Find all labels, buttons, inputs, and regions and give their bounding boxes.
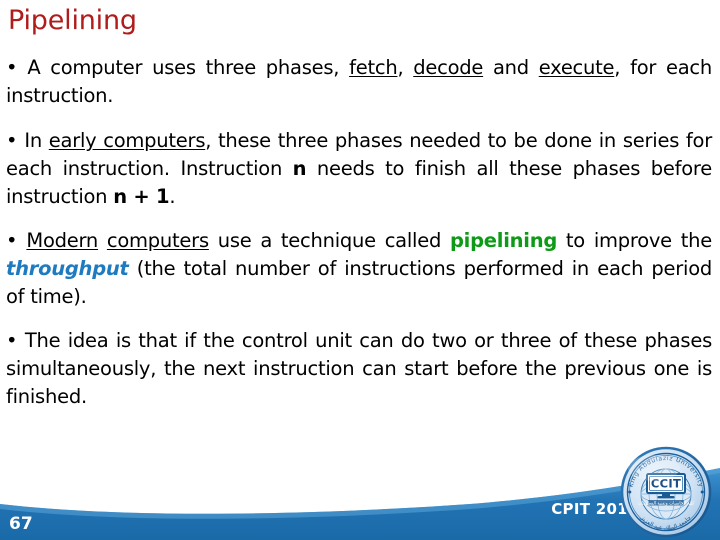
bullet-item-3: • Modern computers use a technique calle…	[6, 227, 712, 311]
bullet-3-text-part-4: to improve the	[557, 229, 713, 252]
bullet-item-1: • A computer uses three phases, fetch, d…	[6, 54, 712, 110]
bullet-3-text-part-3: use a technique called	[208, 229, 450, 252]
bullet-1-text-part-2: ,	[397, 56, 414, 79]
bullet-1-text-part-1: A computer uses three phases,	[17, 56, 350, 79]
bullet-3-term-modern: Modern	[26, 229, 99, 252]
bullet-2-variable-n-plus-1: n + 1	[113, 185, 170, 208]
page-number: 67	[9, 514, 33, 534]
bullet-2-term-early-computers: early computers	[48, 129, 206, 152]
bullet-item-4: • The idea is that if the control unit c…	[6, 327, 712, 411]
bullet-3-term-computers: computers	[106, 229, 209, 252]
bullet-3-text-part-2	[98, 229, 107, 252]
bullet-item-2: • In early computers, these three phases…	[6, 127, 712, 211]
bullet-marker: •	[6, 229, 18, 252]
bullet-marker: •	[6, 329, 18, 352]
bullet-marker: •	[6, 56, 18, 79]
bullet-2-text-part-1: In	[17, 129, 49, 152]
bullet-4-text: The idea is that if the control unit can…	[6, 329, 712, 408]
bullet-1-term-execute: execute	[538, 56, 615, 79]
bullet-3-highlight-pipelining: pipelining	[449, 229, 558, 252]
bullet-2-variable-n: n	[292, 157, 307, 180]
bullet-3-highlight-throughput: throughput	[6, 257, 129, 280]
page-title: Pipelining	[8, 5, 137, 36]
bullet-1-term-fetch: fetch	[349, 56, 398, 79]
slide-canvas: Pipelining • A computer uses three phase…	[0, 0, 720, 540]
bullet-1-text-part-3: and	[483, 56, 539, 79]
course-code-label: CPIT 201	[551, 500, 628, 518]
slide-body: • A computer uses three phases, fetch, d…	[6, 54, 712, 411]
ccit-logo: King Abdulaziz University جامعة الملك عب…	[620, 446, 712, 538]
bullet-2-text-part-4: .	[169, 185, 176, 208]
svg-text:كلية الحاسبات وتقنية المعلومات: كلية الحاسبات وتقنية المعلومات	[638, 500, 696, 506]
bullet-1-term-decode: decode	[413, 56, 484, 79]
bullet-marker: •	[6, 129, 18, 152]
